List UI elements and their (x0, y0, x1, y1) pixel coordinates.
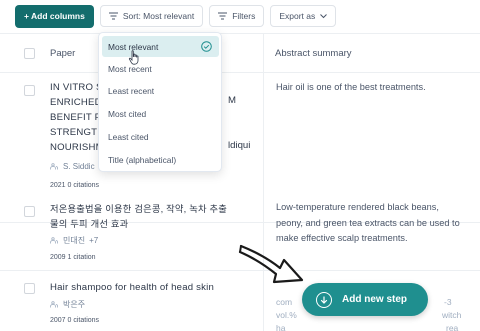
author-line: 민대진 +7 (50, 235, 98, 246)
people-icon (50, 163, 58, 170)
check-circle-icon (201, 41, 212, 52)
title-fragment: ldiqui (228, 140, 251, 151)
sort-option-title-alphabetical[interactable]: Title (alphabetical) (102, 149, 219, 170)
title-fragment: M (228, 95, 236, 106)
row-checkbox[interactable] (24, 283, 35, 294)
citation-info: 2007 0 citations (50, 317, 100, 324)
paper-title[interactable]: Hair shampoo for health of head skin (50, 280, 260, 295)
table-header: Paper Abstract summary (0, 33, 480, 73)
sort-dropdown-menu: Most relevant Most recent Least recent M… (98, 32, 222, 172)
hand-drawn-arrow-icon (238, 244, 304, 284)
sort-button[interactable]: Sort: Most relevant (99, 5, 204, 27)
author-line: S. Siddic (50, 162, 95, 171)
people-icon (50, 237, 58, 244)
row-checkbox[interactable] (24, 85, 35, 96)
add-new-step-button[interactable]: Add new step (302, 283, 428, 316)
sort-label: Sort: Most relevant (122, 11, 195, 21)
sort-option-most-relevant[interactable]: Most relevant (102, 36, 219, 57)
sort-option-least-cited[interactable]: Least cited (102, 126, 219, 147)
sort-option-most-recent[interactable]: Most recent (102, 58, 219, 79)
row-checkbox[interactable] (24, 206, 35, 217)
hand-cursor-icon (128, 50, 139, 65)
author-line: 박은주 (50, 299, 85, 310)
citation-info: 2009 1 citation (50, 254, 96, 261)
sort-icon (108, 12, 118, 20)
paper-column-header[interactable]: Paper (50, 48, 75, 59)
sort-option-least-recent[interactable]: Least recent (102, 80, 219, 101)
filter-icon (218, 12, 228, 20)
export-button[interactable]: Export as (270, 5, 337, 27)
abstract-column-header[interactable]: Abstract summary (275, 48, 352, 59)
toolbar: + Add columns Sort: Most relevant Filter… (0, 0, 480, 32)
abstract-fragment: ha (276, 323, 286, 331)
paper-title[interactable]: 저온용출법을 이용한 검은콩, 작약, 녹차 추출 물의 두피 개선 효과 (50, 202, 260, 232)
people-icon (50, 301, 58, 308)
filters-button[interactable]: Filters (209, 5, 265, 27)
abstract-fragment: rea (446, 323, 459, 331)
add-columns-button[interactable]: + Add columns (15, 4, 94, 28)
chevron-down-icon (320, 13, 328, 18)
abstract-summary: Hair oil is one of the best treatments. (276, 82, 426, 92)
arrow-down-circle-icon (316, 291, 332, 308)
sort-option-most-cited[interactable]: Most cited (102, 103, 219, 124)
citation-info: 2021 0 citations (50, 182, 100, 189)
select-all-checkbox[interactable] (24, 48, 35, 59)
